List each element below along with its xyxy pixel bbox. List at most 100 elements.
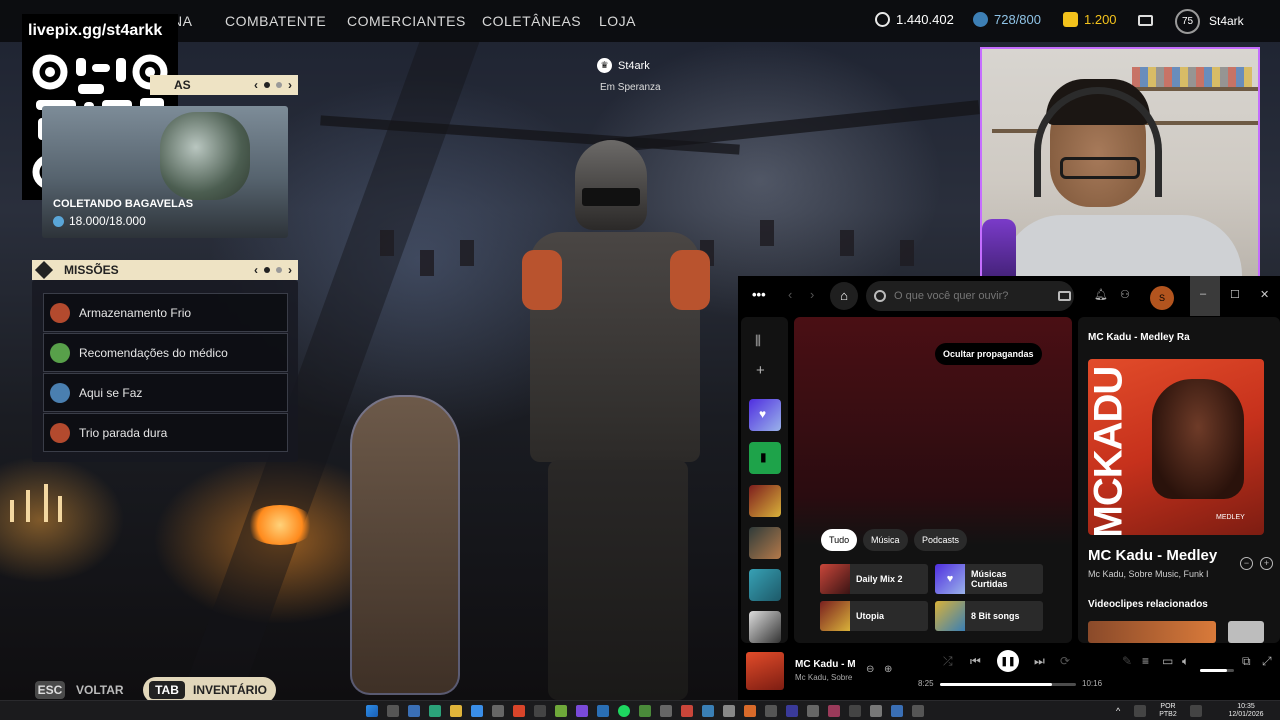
nav-username[interactable]: St4ark (1209, 14, 1244, 28)
friends-icon[interactable]: ⚇ (1120, 288, 1130, 301)
forward-icon[interactable]: › (810, 287, 814, 302)
app-icon[interactable] (786, 705, 798, 717)
language-indicator[interactable]: POR PTB2 (1156, 703, 1180, 719)
shuffle-icon[interactable]: ⤮ (943, 654, 953, 669)
lyrics-icon[interactable]: ✎ (1122, 654, 1132, 668)
maximize-icon[interactable]: ☐ (1230, 288, 1240, 301)
app-icon[interactable] (744, 705, 756, 717)
xbox-icon[interactable] (639, 705, 651, 717)
queue-icon[interactable]: ≡ (1142, 654, 1149, 668)
steam-icon[interactable] (597, 705, 609, 717)
back-button[interactable]: VOLTAR (76, 683, 124, 697)
pager-dot[interactable] (264, 267, 270, 273)
back-icon[interactable]: ‹ (788, 287, 792, 302)
player-bar-title[interactable]: MC Kadu - Me (795, 659, 855, 670)
shortcut-card[interactable]: Daily Mix 2 (820, 564, 928, 594)
volume-tray-icon[interactable] (1190, 705, 1202, 717)
nav-item-comerciantes[interactable]: COMERCIANTES (347, 13, 466, 29)
network-icon[interactable] (1134, 705, 1146, 717)
spotify-icon[interactable] (618, 705, 630, 717)
app-icon[interactable] (849, 705, 861, 717)
shortcut-card[interactable]: ♥ Músicas Curtidas (935, 564, 1043, 594)
hide-ads-button[interactable]: Ocultar propagandas (935, 343, 1042, 365)
fullscreen-icon[interactable]: ⤢ (1262, 654, 1272, 669)
track-title[interactable]: MC Kadu - Medley (1088, 547, 1238, 564)
playlist-tile[interactable] (749, 527, 781, 559)
liked-songs-tile[interactable]: ♥ (749, 399, 781, 431)
chevron-right-icon[interactable]: › (288, 75, 292, 95)
app-icon[interactable] (534, 705, 546, 717)
previous-icon[interactable]: ⏮︎ (970, 654, 981, 669)
miniplayer-icon[interactable]: ⧉ (1242, 654, 1251, 669)
collect-card[interactable]: COLETANDO BAGAVELAS 18.000/18.000 (42, 106, 288, 238)
app-icon[interactable] (828, 705, 840, 717)
nav-item-loja[interactable]: LOJA (599, 13, 636, 29)
nav-item-coletaneas[interactable]: COLETÂNEAS (482, 13, 581, 29)
track-artists[interactable]: Mc Kadu, Sobre Music, Funk I (1088, 569, 1238, 579)
shortcut-card[interactable]: Utopia (820, 601, 928, 631)
playlist-tile[interactable] (749, 485, 781, 517)
library-icon[interactable]: ⫼ (755, 333, 761, 349)
app-icon[interactable] (492, 705, 504, 717)
filter-chip-music[interactable]: Música (863, 529, 908, 551)
episodes-tile[interactable]: ▮ (749, 442, 781, 474)
playlist-tile[interactable] (749, 611, 781, 643)
app-icon[interactable] (471, 705, 483, 717)
app-icon[interactable] (891, 705, 903, 717)
filter-chip-podcasts[interactable]: Podcasts (914, 529, 968, 551)
remove-icon[interactable]: ⊖ (866, 664, 874, 675)
app-icon[interactable] (702, 705, 714, 717)
pager-dot[interactable] (276, 82, 282, 88)
mission-item[interactable]: Recomendações do médico (43, 333, 288, 372)
browse-icon[interactable] (1058, 291, 1071, 301)
menu-icon[interactable]: ••• (752, 287, 766, 302)
user-avatar[interactable]: S (1150, 286, 1174, 310)
app-icon[interactable] (513, 705, 525, 717)
app-icon[interactable] (555, 705, 567, 717)
nav-item-combatente[interactable]: COMBATENTE (225, 13, 326, 29)
edge-icon[interactable] (429, 705, 441, 717)
video-thumbnail[interactable] (1088, 621, 1216, 643)
task-view-icon[interactable] (408, 705, 420, 717)
tray-chevron-icon[interactable]: ^ (1116, 707, 1120, 716)
esc-key[interactable]: ESC (35, 681, 65, 699)
app-icon[interactable] (576, 705, 588, 717)
app-icon[interactable] (765, 705, 777, 717)
app-icon[interactable] (870, 705, 882, 717)
minimize-icon[interactable]: – (1200, 288, 1206, 300)
volume-icon[interactable]: 🔈︎ (1182, 654, 1189, 669)
pager-dot[interactable] (264, 82, 270, 88)
volume-slider[interactable] (1200, 669, 1234, 672)
progress-bar[interactable] (940, 683, 1076, 686)
app-icon[interactable] (723, 705, 735, 717)
create-icon[interactable]: + (756, 362, 765, 379)
clock[interactable]: 10:35 12/01/2026 (1222, 703, 1270, 719)
search-icon[interactable] (387, 705, 399, 717)
pager-dot[interactable] (276, 267, 282, 273)
chevron-right-icon[interactable]: › (288, 260, 292, 280)
devices-icon[interactable]: ▭ (1162, 654, 1173, 668)
windows-start-icon[interactable] (366, 705, 378, 717)
chevron-left-icon[interactable]: ‹ (254, 75, 258, 95)
file-explorer-icon[interactable] (450, 705, 462, 717)
playlist-tile[interactable] (749, 569, 781, 601)
add-icon[interactable]: + (1260, 557, 1273, 570)
app-icon[interactable] (912, 705, 924, 717)
app-icon[interactable] (807, 705, 819, 717)
shortcut-card[interactable]: 8 Bit songs (935, 601, 1043, 631)
search-input[interactable] (894, 290, 1044, 302)
close-icon[interactable]: ✕ (1260, 288, 1269, 301)
mail-icon[interactable] (1138, 15, 1153, 26)
video-thumbnail[interactable] (1228, 621, 1264, 643)
chevron-left-icon[interactable]: ‹ (254, 260, 258, 280)
home-icon[interactable]: ⌂ (830, 282, 858, 310)
app-icon[interactable] (660, 705, 672, 717)
repeat-icon[interactable]: ⟳ (1060, 654, 1070, 668)
spotify-search[interactable] (866, 281, 1074, 311)
mission-item[interactable]: Trio parada dura (43, 413, 288, 452)
player-bar-art[interactable] (746, 652, 784, 690)
remove-icon[interactable]: − (1240, 557, 1253, 570)
mission-item[interactable]: Aqui se Faz (43, 373, 288, 412)
player-bar-artist[interactable]: Mc Kadu, Sobre (795, 673, 855, 682)
notifications-icon[interactable]: 🔔︎ (1094, 288, 1108, 301)
